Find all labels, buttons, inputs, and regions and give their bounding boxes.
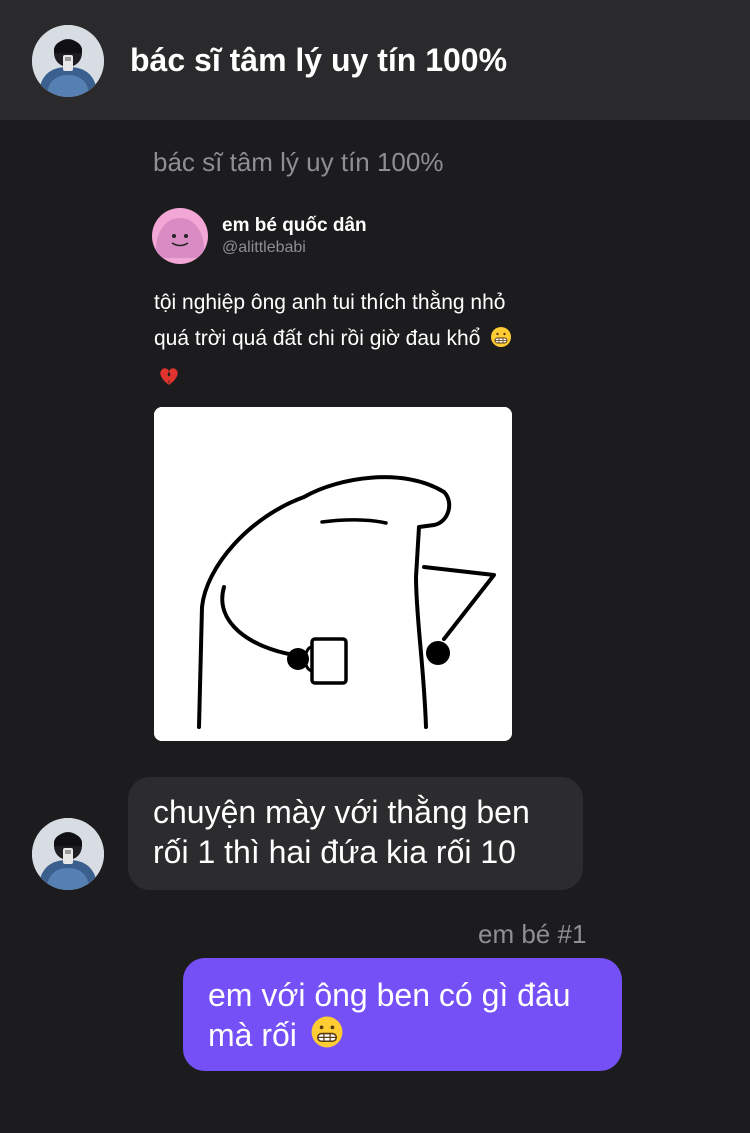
profile-avatar-icon xyxy=(32,25,104,97)
message-text: em với ông ben có gì đâu mà rối xyxy=(208,977,571,1053)
flork-meme-drawing xyxy=(154,407,512,741)
incoming-message-bubble[interactable]: chuyện mày với thằng ben rối 1 thì hai đ… xyxy=(128,777,583,890)
shared-post-card[interactable]: em bé quốc dân @alittlebabi tội nghiệp ô… xyxy=(152,205,522,745)
post-author-handle: @alittlebabi xyxy=(222,239,306,256)
chat-title[interactable]: bác sĩ tâm lý uy tín 100% xyxy=(130,40,507,80)
grimacing-face-emoji xyxy=(490,324,512,360)
chat-header: bác sĩ tâm lý uy tín 100% xyxy=(0,0,750,120)
post-text: tội nghiệp ông anh tui thích thằng nhỏ q… xyxy=(154,285,524,399)
message-text: chuyện mày với thằng ben rối 1 thì hai đ… xyxy=(153,794,530,870)
profile-avatar-icon xyxy=(32,818,104,890)
post-author-name: em bé quốc dân xyxy=(222,215,367,236)
sender-avatar[interactable] xyxy=(32,818,104,890)
sender-name: em bé #1 xyxy=(478,919,587,949)
profile-avatar[interactable] xyxy=(32,25,104,97)
post-author-avatar[interactable] xyxy=(152,208,208,264)
post-text-content: tội nghiệp ông anh tui thích thằng nhỏ q… xyxy=(154,291,506,350)
outgoing-message-bubble[interactable]: em với ông ben có gì đâu mà rối xyxy=(183,958,622,1071)
broken-heart-emoji xyxy=(158,363,180,399)
sender-name: bác sĩ tâm lý uy tín 100% xyxy=(153,147,444,177)
ditto-avatar-icon xyxy=(152,208,208,264)
grimacing-face-emoji xyxy=(310,1015,344,1058)
post-image[interactable] xyxy=(154,407,512,741)
